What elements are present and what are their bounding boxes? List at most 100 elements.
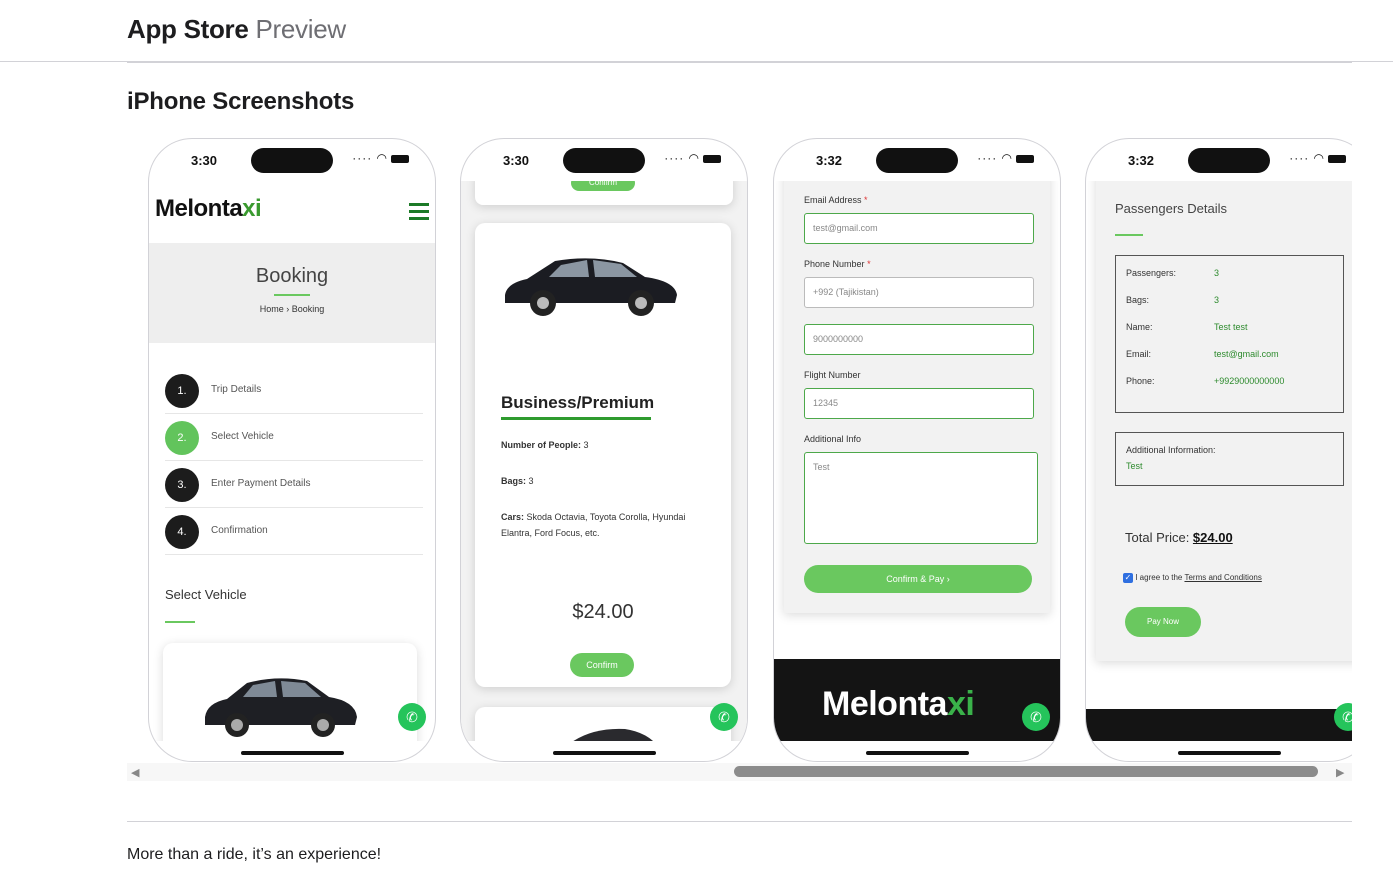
- battery-icon: [1328, 154, 1346, 163]
- status-icons: ···· ◠: [1289, 151, 1346, 165]
- scroll-right-arrow-icon[interactable]: ▶: [1336, 766, 1344, 779]
- phone-label: Phone Number *: [804, 259, 871, 269]
- battery-icon: [1016, 154, 1034, 163]
- status-time: 3:30: [191, 153, 218, 168]
- status-time: 3:30: [503, 153, 530, 168]
- carousel-scrollbar[interactable]: [127, 763, 1352, 781]
- footer-logo-xi: xi: [946, 685, 975, 723]
- screenshot-2[interactable]: 3:30 ···· ◠ Confirm Business/Premium Num…: [460, 138, 748, 762]
- terms-link[interactable]: Terms and Conditions: [1184, 573, 1261, 582]
- price: $24.00: [572, 601, 634, 623]
- wifi-icon: ◠: [684, 151, 700, 165]
- status-bar: 3:32 ···· ◠: [774, 139, 1060, 181]
- hero-title: Booking: [255, 265, 329, 287]
- brand-app-store: App Store: [127, 14, 249, 44]
- status-icons: ···· ◠: [977, 151, 1034, 165]
- detail-label: Passengers:: [1126, 268, 1177, 278]
- info-label: Additional Info: [804, 434, 862, 444]
- step-item: 3. Enter Payment Details: [165, 461, 423, 508]
- whatsapp-icon[interactable]: ✆: [710, 703, 738, 731]
- detail-row: Email: test@gmail.com: [1126, 349, 1279, 359]
- step-number: 4.: [165, 515, 199, 549]
- car-image: [505, 258, 677, 316]
- app-store-preview-brand[interactable]: App Store Preview: [127, 14, 346, 45]
- step-label: Select Vehicle: [211, 431, 274, 442]
- screenshot-carousel[interactable]: 3:30 ···· ◠ Melontaxi Booking Home › Boo…: [127, 136, 1352, 766]
- status-bar: 3:32 ···· ◠: [1086, 139, 1352, 181]
- booking-steps: 1. Trip Details 2. Select Vehicle 3. Enter …: [165, 367, 423, 555]
- detail-value: 3: [1214, 268, 1220, 278]
- detail-label: Phone:: [1126, 376, 1155, 386]
- step-item: 4. Confirmation: [165, 508, 423, 555]
- bags-label: Bags:: [501, 476, 527, 486]
- detail-value: 3: [1214, 295, 1220, 305]
- scroll-left-arrow-icon[interactable]: ◀: [131, 766, 139, 779]
- step-item: 1. Trip Details: [165, 367, 423, 414]
- booking-hero: Booking Home › Booking: [149, 243, 435, 343]
- required-mark: *: [864, 195, 868, 205]
- flight-field[interactable]: 12345: [804, 388, 1034, 419]
- cars-value: Skoda Octavia, Toyota Corolla, Hyundai E…: [501, 512, 686, 538]
- detail-label: Email:: [1126, 349, 1152, 359]
- footer-logo-text: Melonta: [822, 685, 947, 723]
- confirm-button[interactable]: Confirm: [570, 653, 634, 677]
- home-indicator: [553, 751, 656, 755]
- status-icons: ···· ◠: [352, 151, 409, 165]
- site-footer: [1086, 709, 1352, 741]
- screenshot-1[interactable]: 3:30 ···· ◠ Melontaxi Booking Home › Boo…: [148, 138, 436, 762]
- next-vehicle-card: [475, 707, 731, 741]
- phone-field[interactable]: 9000000000: [804, 324, 1034, 355]
- pay-now-button[interactable]: Pay Now: [1125, 607, 1201, 637]
- breadcrumb: Home › Booking: [259, 304, 325, 314]
- heading-underline: [165, 621, 195, 623]
- dynamic-island: [251, 148, 333, 173]
- whatsapp-icon[interactable]: ✆: [398, 703, 426, 731]
- detail-value: +9929000000000: [1214, 376, 1285, 386]
- confirm-pay-button[interactable]: Confirm & Pay ›: [804, 565, 1032, 593]
- site-footer: Melontaxi: [774, 659, 1060, 741]
- status-icons: ···· ◠: [664, 151, 721, 165]
- screenshot-4[interactable]: 3:32 ···· ◠ Passengers Details Passenger…: [1085, 138, 1352, 762]
- screenshot-3[interactable]: 3:32 ···· ◠ Email Address * test@gmail.c…: [773, 138, 1061, 762]
- scrollbar-thumb[interactable]: [734, 766, 1318, 777]
- additional-box: Additional Information: Test: [1115, 432, 1344, 486]
- brand-preview: Preview: [255, 14, 346, 44]
- whatsapp-icon[interactable]: ✆: [1022, 703, 1050, 731]
- dynamic-island: [876, 148, 958, 173]
- detail-label: Name:: [1126, 322, 1153, 332]
- detail-value: Test test: [1214, 322, 1248, 332]
- select-vehicle-heading: Select Vehicle: [165, 587, 247, 602]
- dynamic-island: [563, 148, 645, 173]
- confirm-button[interactable]: Confirm: [571, 181, 635, 191]
- divider: [127, 821, 1352, 822]
- total-price: Total Price: $24.00: [1125, 530, 1233, 545]
- battery-icon: [703, 154, 721, 163]
- step-number: 1.: [165, 374, 199, 408]
- people-label: Number of People:: [501, 440, 582, 450]
- cars-label: Cars:: [501, 512, 525, 522]
- country-select[interactable]: +992 (Tajikistan): [804, 277, 1034, 308]
- step-number: 3.: [165, 468, 199, 502]
- people-value: 3: [581, 440, 589, 450]
- total-value: $24.00: [1192, 530, 1233, 545]
- passengers-box: Passengers: 3 Bags: 3 Name: Test test Email…: [1115, 255, 1344, 413]
- detail-label: Bags:: [1126, 295, 1150, 305]
- vehicle-card: [163, 643, 417, 741]
- step-item: 2. Select Vehicle: [165, 414, 423, 461]
- home-indicator: [241, 751, 344, 755]
- vehicle-class-title: Business/Premium: [501, 393, 655, 412]
- hero-underline: [274, 294, 310, 296]
- logo-text: Melonta: [155, 195, 243, 222]
- flight-label: Flight Number: [804, 370, 861, 380]
- detail-row: Phone: +9929000000000: [1126, 376, 1284, 386]
- bags-text: Bags: 3: [501, 473, 709, 489]
- info-textarea[interactable]: Test: [804, 452, 1038, 544]
- footer-logo: Melontaxi: [822, 685, 975, 724]
- email-field[interactable]: test@gmail.com: [804, 213, 1034, 244]
- checkbox-checked-icon[interactable]: ✓: [1123, 573, 1133, 583]
- wifi-icon: ◠: [997, 151, 1013, 165]
- passengers-heading: Passengers Details: [1115, 201, 1227, 216]
- people-text: Number of People: 3: [501, 437, 709, 453]
- title-underline: [501, 417, 651, 420]
- app-description: More than a ride, it’s an experience!: [127, 846, 382, 863]
